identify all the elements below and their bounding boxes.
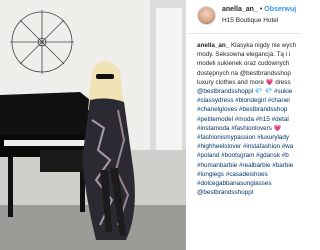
header-separator: • [259, 6, 263, 13]
caption-hashtags[interactable]: @bestbrandsshoppl 💎 💎 #sukie [197, 87, 300, 96]
caption-text: Klasyka nigdy nie wych [230, 42, 297, 49]
follow-button[interactable]: Obserwuj [264, 6, 296, 13]
caption-hashtags[interactable]: #longlegs #casadeishoes [197, 170, 300, 179]
photo-illustration [0, 0, 186, 250]
post-header: anella_an_ • Obserwuj H15 Boutique Hotel [186, 0, 300, 34]
location-link[interactable]: H15 Boutique Hotel [222, 17, 278, 24]
header-user-row: anella_an_ • Obserwuj [222, 6, 296, 13]
caption-line: mody. Seksowna elegancja. Tą i i [197, 51, 291, 59]
post-sidebar: anella_an_ • Obserwuj H15 Boutique Hotel a… [186, 0, 300, 250]
caption-hashtags[interactable]: #classydress #blondegirl #chanel [197, 96, 300, 105]
caption-hashtags[interactable]: #petitemodel #moda #h15 #detal [197, 115, 300, 124]
caption-hashtags[interactable]: #fashionismypassion #luxurylady [197, 133, 300, 142]
avatar[interactable] [197, 6, 216, 25]
caption-hashtags[interactable]: #highheelslover #instafashion #wa [197, 142, 300, 151]
caption-line: anella_an_ Klasyka nigdy nie wych [197, 41, 300, 50]
post-photo[interactable] [0, 0, 186, 250]
caption-line: modeli sukienek oraz cudownych [197, 60, 290, 68]
header-username[interactable]: anella_an_ [222, 6, 258, 13]
caption-username[interactable]: anella_an_ [197, 42, 229, 49]
caption-line: luxury clothes and more 💗 dress [197, 78, 291, 86]
caption-hashtags[interactable]: #humanbarbie #realbarbie #barbie [197, 161, 300, 170]
post-caption: anella_an_ Klasyka nigdy nie wych mody. … [197, 41, 300, 197]
instagram-post: anella_an_ • Obserwuj H15 Boutique Hotel a… [0, 0, 300, 250]
caption-hashtags[interactable]: #chanelgloves #bestbrandsshop [197, 105, 300, 114]
caption-hashtags[interactable]: #instamoda #fashionlovers 💗 [197, 124, 300, 133]
caption-mention[interactable]: @bestbrandsshoppl [197, 188, 300, 197]
caption-hashtags[interactable]: #dolcegabbanasunglasses [197, 179, 300, 188]
caption-line: dostępnych na @bestbrandsshop [197, 69, 291, 77]
caption-hashtags[interactable]: #poland #bootsgram #gdansk #b [197, 151, 300, 160]
